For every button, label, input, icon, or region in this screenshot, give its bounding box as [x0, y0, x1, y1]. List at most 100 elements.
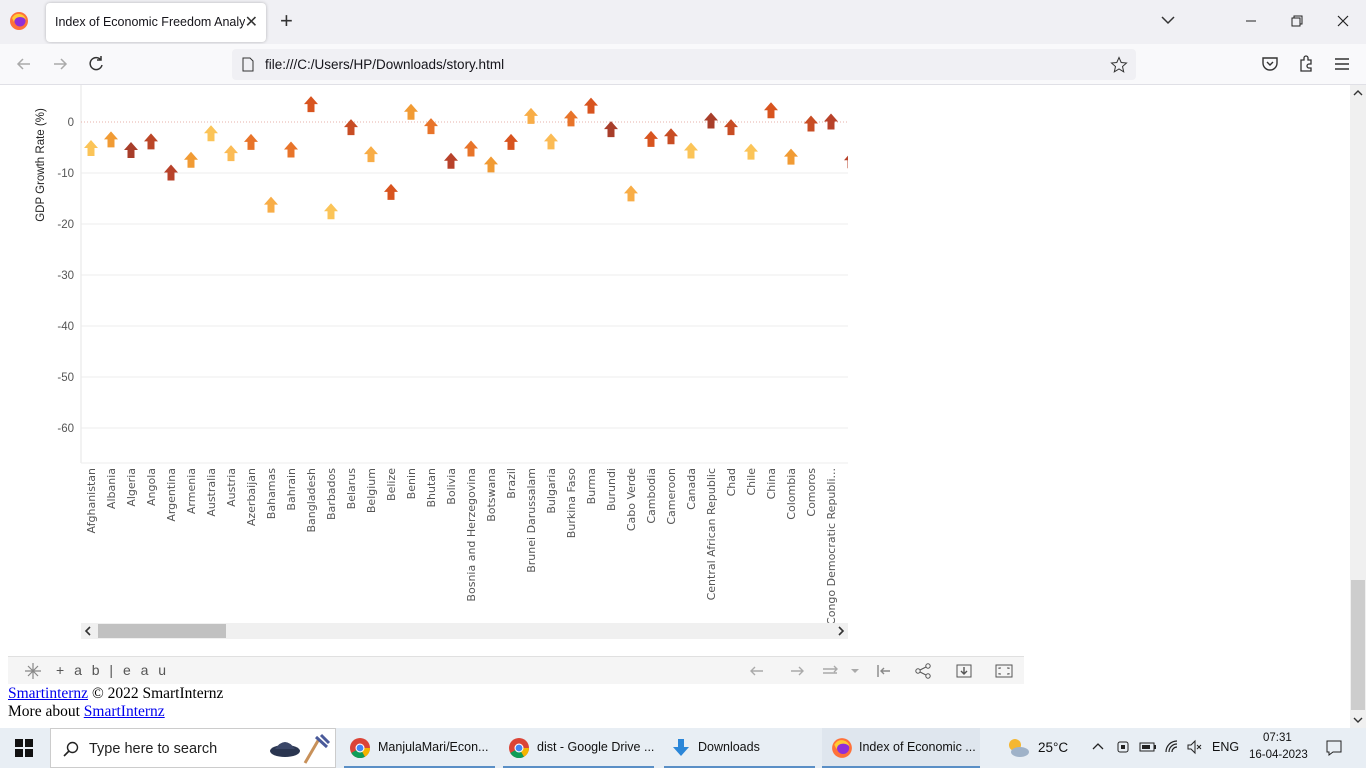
download-arrow-icon — [673, 739, 689, 756]
x-tick-label: Colombia — [785, 468, 798, 520]
search-highlight-icon — [270, 733, 331, 764]
undo-icon[interactable] — [748, 662, 766, 680]
data-arrow — [764, 102, 778, 119]
x-tick-label: Benin — [405, 468, 418, 499]
menu-icon[interactable] — [1332, 54, 1352, 74]
data-arrow — [124, 142, 138, 159]
data-arrow — [324, 203, 338, 220]
x-tick-label: Botswana — [485, 468, 498, 522]
copyright-text: © 2022 SmartInternz — [88, 685, 224, 702]
taskbar-item-label: dist - Google Drive ... — [537, 740, 655, 754]
data-arrow — [564, 110, 578, 127]
taskbar-item-label: ManjulaMari/Econ... — [378, 740, 489, 754]
x-tick-label: Belize — [385, 468, 398, 501]
url-text[interactable]: file:///C:/Users/HP/Downloads/story.html — [265, 57, 504, 72]
volume-muted-icon[interactable] — [1186, 739, 1202, 755]
y-tick-label: -10 — [57, 168, 74, 180]
page-scroll-thumb[interactable] — [1351, 580, 1365, 710]
data-arrow — [684, 142, 698, 159]
y-tick-label: -60 — [57, 423, 74, 435]
taskbar-search-box[interactable]: Type here to search — [50, 728, 336, 768]
x-tick-label: Afghanistan — [85, 468, 98, 534]
firefox-icon[interactable] — [9, 11, 29, 31]
scroll-up-icon[interactable] — [1353, 88, 1363, 98]
data-arrow — [524, 107, 538, 124]
url-bar[interactable]: file:///C:/Users/HP/Downloads/story.html — [232, 49, 1136, 80]
data-arrow — [304, 96, 318, 113]
data-arrow — [644, 130, 658, 147]
tableau-brand: + a b | e a u — [56, 662, 170, 678]
scroll-right-icon[interactable] — [836, 626, 846, 636]
download-icon[interactable] — [954, 661, 974, 681]
data-arrow — [704, 112, 718, 129]
firefox-icon — [832, 738, 852, 758]
restore-icon[interactable] — [1282, 8, 1312, 34]
tab-active[interactable]: Index of Economic Freedom Analysi ✕ — [46, 3, 266, 42]
bookmark-star-icon[interactable] — [1110, 56, 1128, 74]
data-arrow — [144, 133, 158, 150]
wifi-icon[interactable] — [1164, 739, 1180, 755]
x-tick-label: Bhutan — [425, 468, 438, 508]
taskbar-item-chrome-github[interactable]: ManjulaMari/Econ... — [344, 728, 495, 768]
taskbar-item-firefox[interactable]: Index of Economic ... — [822, 728, 980, 768]
smartinternz-link[interactable]: Smartinternz — [8, 685, 88, 702]
x-tick-label: Congo Democratic Republi... — [825, 468, 838, 625]
redo-icon[interactable] — [788, 662, 806, 680]
chrome-icon — [509, 738, 530, 759]
battery-icon[interactable] — [1139, 740, 1157, 754]
taskbar-item-label: Index of Economic ... — [859, 740, 976, 754]
pocket-icon[interactable] — [1260, 54, 1280, 74]
x-tick-label: Austria — [225, 468, 238, 507]
meet-now-icon[interactable] — [1116, 739, 1130, 755]
x-tick-label: Albania — [105, 468, 118, 509]
language-indicator[interactable]: ENG — [1212, 740, 1239, 754]
data-arrow — [784, 148, 798, 165]
browser-tab-bar: Index of Economic Freedom Analysi ✕ + — [0, 0, 1366, 44]
chevron-down-icon[interactable] — [1158, 10, 1178, 30]
scroll-down-icon[interactable] — [1353, 715, 1363, 725]
data-arrow — [104, 131, 118, 148]
new-tab-icon[interactable]: + — [280, 9, 293, 33]
forward-icon[interactable] — [50, 54, 70, 74]
scroll-left-icon[interactable] — [83, 626, 93, 636]
revert-dropdown-icon[interactable] — [820, 662, 860, 680]
taskbar-item-chrome-drive[interactable]: dist - Google Drive ... — [503, 728, 654, 768]
x-tick-label: Bahrain — [285, 468, 298, 511]
x-tick-label: Belgium — [365, 468, 378, 513]
clock-date[interactable]: 16-04-2023 — [1249, 749, 1308, 761]
data-arrow — [664, 128, 678, 145]
clock-time[interactable]: 07:31 — [1263, 732, 1292, 744]
windows-start-icon[interactable] — [15, 739, 33, 757]
notifications-icon[interactable] — [1325, 739, 1343, 757]
data-arrow — [264, 196, 278, 213]
share-icon[interactable] — [914, 662, 932, 680]
fullscreen-icon[interactable] — [994, 661, 1014, 681]
chevron-up-icon[interactable] — [1092, 741, 1104, 753]
data-arrow — [744, 143, 758, 160]
x-tick-label: Burundi — [605, 468, 618, 511]
x-tick-label: Australia — [205, 468, 218, 517]
weather-temperature[interactable]: 25°C — [1038, 740, 1068, 755]
reset-icon[interactable] — [875, 662, 893, 680]
close-window-icon[interactable] — [1328, 8, 1358, 34]
minimize-icon[interactable] — [1236, 8, 1266, 34]
data-arrow — [444, 152, 458, 169]
reload-icon[interactable] — [86, 54, 106, 74]
smartinternz-about-link[interactable]: SmartInternz — [84, 703, 165, 720]
back-icon[interactable] — [14, 54, 34, 74]
taskbar-item-downloads[interactable]: Downloads — [664, 728, 815, 768]
search-placeholder: Type here to search — [89, 741, 218, 757]
extensions-icon[interactable] — [1296, 54, 1316, 74]
data-arrow — [204, 125, 218, 142]
more-about-text: More about — [8, 703, 84, 720]
tab-title: Index of Economic Freedom Analysi — [55, 15, 245, 29]
chart-scroll-thumb[interactable] — [98, 624, 226, 638]
x-tick-label: Comoros — [805, 468, 818, 517]
x-tick-label: Canada — [685, 468, 698, 510]
close-tab-icon[interactable]: ✕ — [245, 12, 258, 32]
x-tick-label: Cabo Verde — [625, 468, 638, 531]
x-tick-label: Chile — [745, 468, 758, 496]
data-arrow — [84, 140, 98, 157]
y-tick-label: -20 — [57, 219, 74, 231]
weather-icon[interactable] — [1005, 736, 1031, 760]
